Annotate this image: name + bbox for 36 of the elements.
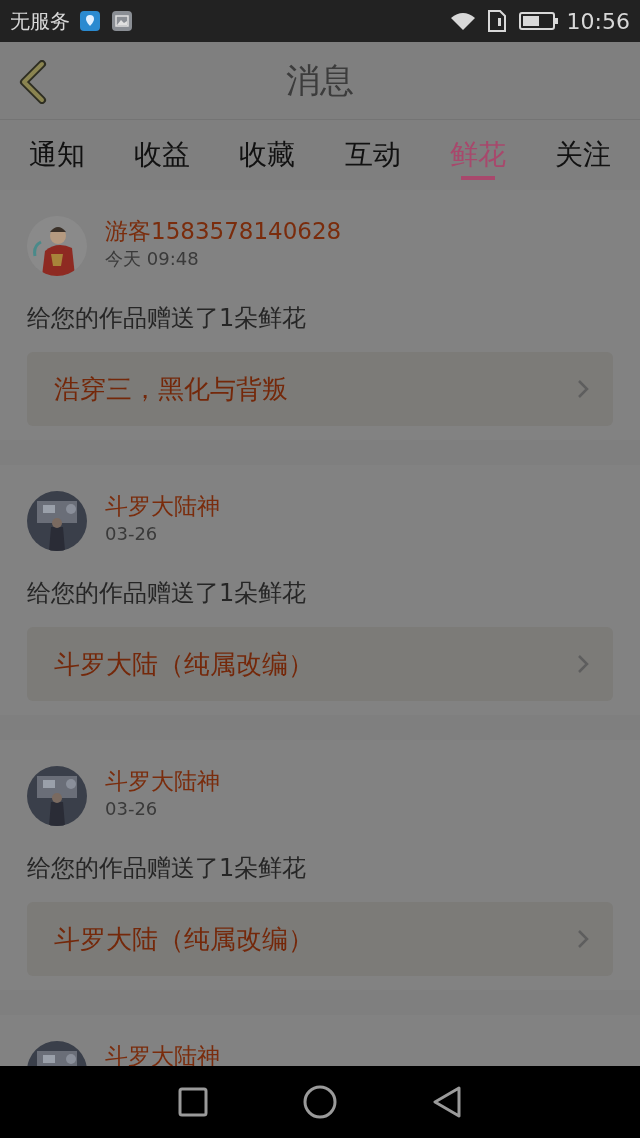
message-text: 给您的作品赠送了1朵鲜花: [26, 578, 308, 609]
work-link[interactable]: 斗罗大陆（纯属改编）: [27, 902, 613, 976]
tab[interactable]: 收益: [134, 120, 190, 190]
sim-icon: [486, 9, 507, 33]
back-icon: [18, 60, 48, 104]
recent-apps-icon[interactable]: [177, 1087, 208, 1117]
home-icon[interactable]: [303, 1085, 337, 1119]
message-text: 给您的作品赠送了1朵鲜花: [26, 303, 308, 334]
tab[interactable]: 收藏: [239, 120, 296, 190]
work-title: 斗罗大陆（纯属改编）: [54, 922, 314, 956]
chevron-right-icon: [577, 654, 589, 674]
carrier-label: 无服务: [10, 8, 70, 35]
back-triangle-icon[interactable]: [432, 1086, 463, 1118]
message-text: 给您的作品赠送了1朵鲜花: [26, 853, 308, 884]
tab[interactable]: 通知: [28, 120, 85, 190]
page-title: 消息: [286, 59, 354, 102]
image-icon: [112, 11, 132, 31]
work-title: 浩穿三，黑化与背叛: [54, 372, 288, 406]
message-time: 03-26: [105, 797, 159, 821]
location-icon: [80, 11, 100, 31]
clock: 10:56: [566, 7, 630, 36]
chevron-right-icon: [577, 379, 589, 399]
message-time: 03-26: [105, 522, 159, 546]
message-time: 今天 09:48: [105, 247, 200, 271]
chevron-right-icon: [577, 929, 589, 949]
tab[interactable]: 关注: [555, 120, 612, 190]
work-title: 斗罗大陆（纯属改编）: [54, 647, 314, 681]
tab[interactable]: 鲜花: [449, 120, 506, 190]
tab[interactable]: 互动: [344, 120, 401, 190]
sender-name[interactable]: 游客1583578140628: [105, 216, 342, 246]
sender-name[interactable]: 斗罗大陆神: [105, 766, 220, 796]
sender-name[interactable]: 斗罗大陆神: [105, 491, 220, 521]
work-link[interactable]: 浩穿三，黑化与背叛: [27, 352, 613, 426]
tab-underline: [460, 176, 495, 180]
work-link[interactable]: 斗罗大陆（纯属改编）: [27, 627, 613, 701]
battery-icon: [518, 11, 559, 31]
